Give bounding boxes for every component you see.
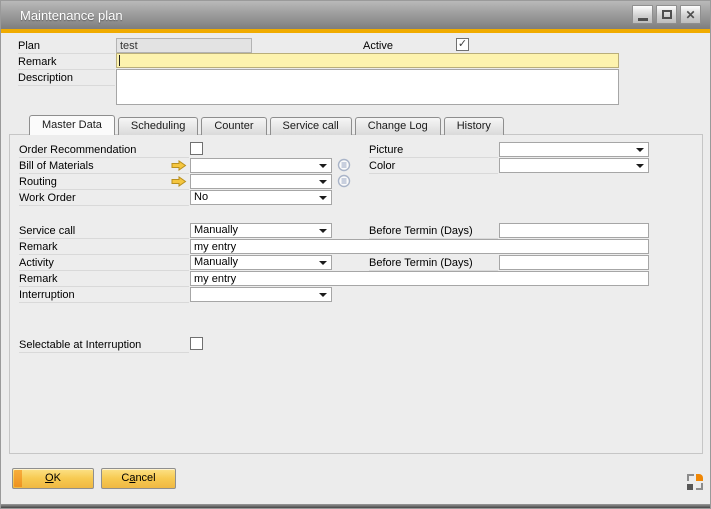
work-order-label: Work Order xyxy=(19,191,189,206)
tab-change-log[interactable]: Change Log xyxy=(355,117,441,135)
chevron-down-icon xyxy=(319,180,327,184)
maximize-button[interactable] xyxy=(656,5,677,24)
minimize-icon xyxy=(638,18,648,21)
window-controls: ✕ xyxy=(632,5,701,24)
work-order-value: No xyxy=(194,191,208,203)
color-dropdown[interactable] xyxy=(499,158,649,173)
order-recommendation-checkbox[interactable] xyxy=(190,142,203,155)
selectable-at-interruption-checkbox[interactable] xyxy=(190,337,203,350)
bill-of-materials-dropdown[interactable] xyxy=(190,158,332,173)
tab-bar: Master Data Scheduling Counter Service c… xyxy=(29,115,504,135)
master-data-panel: Order Recommendation Picture Bill of Mat… xyxy=(9,134,703,454)
chevron-down-icon xyxy=(319,196,327,200)
before-termin-days-field[interactable] xyxy=(499,255,649,270)
cancel-button[interactable]: Cancel xyxy=(101,468,176,489)
window-title: Maintenance plan xyxy=(20,8,123,23)
active-label: Active xyxy=(363,39,453,54)
before-termin-days-label: Before Termin (Days) xyxy=(369,256,498,271)
grip-square-gray xyxy=(687,484,693,490)
interruption-dropdown[interactable] xyxy=(190,287,332,302)
service-remark-label: Remark xyxy=(19,240,189,255)
remark-field[interactable] xyxy=(116,53,619,68)
choose-from-list-icon[interactable] xyxy=(337,174,351,188)
service-remark-field[interactable] xyxy=(190,239,649,254)
activity-remark-field[interactable] xyxy=(190,271,649,286)
cancel-label-rest: ncel xyxy=(135,472,155,484)
before-termin-days-label: Before Termin (Days) xyxy=(369,224,498,239)
chevron-down-icon xyxy=(636,148,644,152)
activity-dropdown[interactable]: Manually xyxy=(190,255,332,270)
default-button-stripe xyxy=(14,470,22,487)
ok-label-rest: K xyxy=(54,472,61,484)
resize-grip-icon[interactable] xyxy=(687,474,703,490)
tab-scheduling[interactable]: Scheduling xyxy=(118,117,198,135)
link-arrow-icon[interactable] xyxy=(171,160,187,171)
description-field[interactable] xyxy=(116,69,619,105)
chevron-down-icon xyxy=(636,164,644,168)
check-icon: ✓ xyxy=(458,38,467,50)
activity-remark-label: Remark xyxy=(19,272,189,287)
ok-button[interactable]: OK xyxy=(12,468,94,489)
routing-label: Routing xyxy=(19,175,189,190)
service-call-dropdown[interactable]: Manually xyxy=(190,223,332,238)
grip-corner-bottomright xyxy=(696,483,703,490)
service-call-label: Service call xyxy=(19,224,189,239)
tab-service-call[interactable]: Service call xyxy=(270,117,352,135)
choose-from-list-icon[interactable] xyxy=(337,158,351,172)
chevron-down-icon xyxy=(319,229,327,233)
maximize-icon xyxy=(662,10,672,19)
interruption-label: Interruption xyxy=(19,288,189,303)
description-label: Description xyxy=(18,71,115,86)
link-arrow-icon[interactable] xyxy=(171,176,187,187)
chevron-down-icon xyxy=(319,164,327,168)
activity-label: Activity xyxy=(19,256,189,271)
accent-line xyxy=(1,29,710,33)
tab-counter[interactable]: Counter xyxy=(201,117,266,135)
plan-label: Plan xyxy=(18,39,115,54)
work-order-dropdown[interactable]: No xyxy=(190,190,332,205)
close-icon: ✕ xyxy=(685,9,695,21)
maintenance-plan-window: Maintenance plan ✕ Plan Active ✓ Remark … xyxy=(0,0,711,509)
plan-field[interactable] xyxy=(116,38,252,53)
picture-dropdown[interactable] xyxy=(499,142,649,157)
chevron-down-icon xyxy=(319,261,327,265)
grip-corner-topleft xyxy=(687,474,694,481)
grip-square-orange xyxy=(696,474,703,481)
close-button[interactable]: ✕ xyxy=(680,5,701,24)
tab-history[interactable]: History xyxy=(444,117,504,135)
before-termin-days-field[interactable] xyxy=(499,223,649,238)
ok-label-key: O xyxy=(45,472,54,484)
remark-label: Remark xyxy=(18,55,115,70)
titlebar[interactable]: Maintenance plan ✕ xyxy=(1,1,710,29)
minimize-button[interactable] xyxy=(632,5,653,24)
service-call-value: Manually xyxy=(194,224,238,236)
picture-label: Picture xyxy=(369,143,498,158)
color-label: Color xyxy=(369,159,498,174)
active-checkbox[interactable]: ✓ xyxy=(456,38,469,51)
tab-master-data[interactable]: Master Data xyxy=(29,115,115,135)
order-recommendation-label: Order Recommendation xyxy=(19,143,189,158)
selectable-at-interruption-label: Selectable at Interruption xyxy=(19,338,189,353)
routing-dropdown[interactable] xyxy=(190,174,332,189)
text-caret xyxy=(119,55,120,66)
window-bottom-edge xyxy=(1,504,710,508)
activity-value: Manually xyxy=(194,256,238,268)
bill-of-materials-label: Bill of Materials xyxy=(19,159,189,174)
chevron-down-icon xyxy=(319,293,327,297)
